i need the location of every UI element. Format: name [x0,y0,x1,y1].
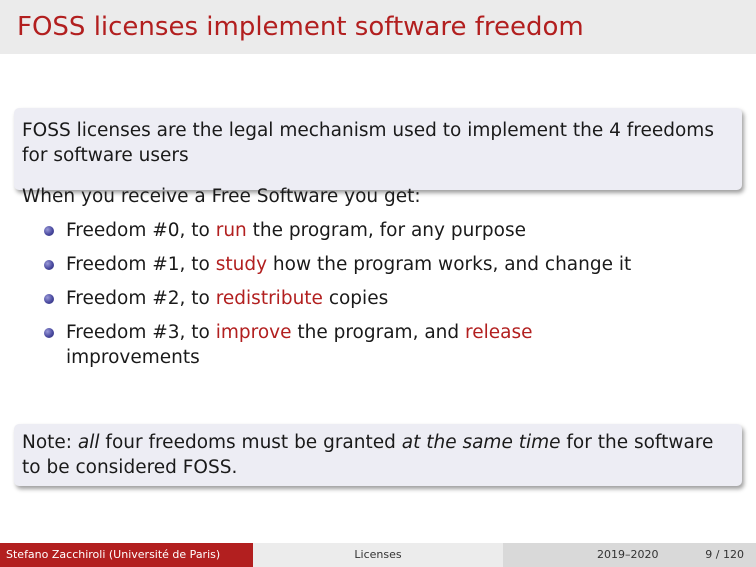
definition-block: FOSS licenses are the legal mechanism us… [14,108,742,190]
freedom-text: improvements [66,347,200,368]
list-item-freedom-0: Freedom #0, to run the program, for any … [44,218,734,243]
footer-topic: Licenses [253,543,503,567]
freedom-text: Freedom #3, to [66,322,216,343]
list-item-freedom-2: Freedom #2, to redistribute copies [44,286,734,311]
freedom-keyword: release [465,322,533,343]
list-item-freedom-1: Freedom #1, to study how the program wor… [44,252,734,277]
footer-date: 2019–2020 [597,548,659,561]
freedom-text: Freedom #1, to [66,254,216,275]
footer-page-number: 9 / 120 [705,548,744,561]
freedom-keyword: improve [215,322,292,343]
freedom-text: the program, for any purpose [246,220,526,241]
note-text: Note: [22,432,78,453]
title-bar: FOSS licenses implement software freedom [0,0,756,54]
footer: Stefano Zacchiroli (Université de Paris)… [0,543,756,567]
bullet-icon [44,260,54,270]
freedom-keyword: study [215,254,268,275]
note-text: four freedoms must be granted [99,432,402,453]
freedom-keyword: run [215,220,247,241]
freedom-keyword: redistribute [215,288,323,309]
footer-right: 2019–2020 9 / 120 [503,543,756,567]
freedom-text: Freedom #0, to [66,220,216,241]
definition-text: FOSS licenses are the legal mechanism us… [22,120,714,166]
note-block: Note: all four freedoms must be granted … [14,424,742,486]
note-emphasis: all [77,432,100,453]
note-emphasis: at the same time [401,432,561,453]
bullet-icon [44,226,54,236]
list-item-freedom-3: Freedom #3, to improve the program, and … [44,320,734,370]
freedom-text: Freedom #2, to [66,288,216,309]
footer-author: Stefano Zacchiroli (Université de Paris) [0,543,253,567]
bullet-icon [44,328,54,338]
bullet-icon [44,294,54,304]
freedom-text: how the program works, and change it [267,254,632,275]
intro-text: When you receive a Free Software you get… [22,186,421,207]
freedoms-list: Freedom #0, to run the program, for any … [44,218,734,379]
freedom-text: copies [322,288,389,309]
freedom-text: the program, and [291,322,466,343]
slide-title: FOSS licenses implement software freedom [17,12,584,42]
